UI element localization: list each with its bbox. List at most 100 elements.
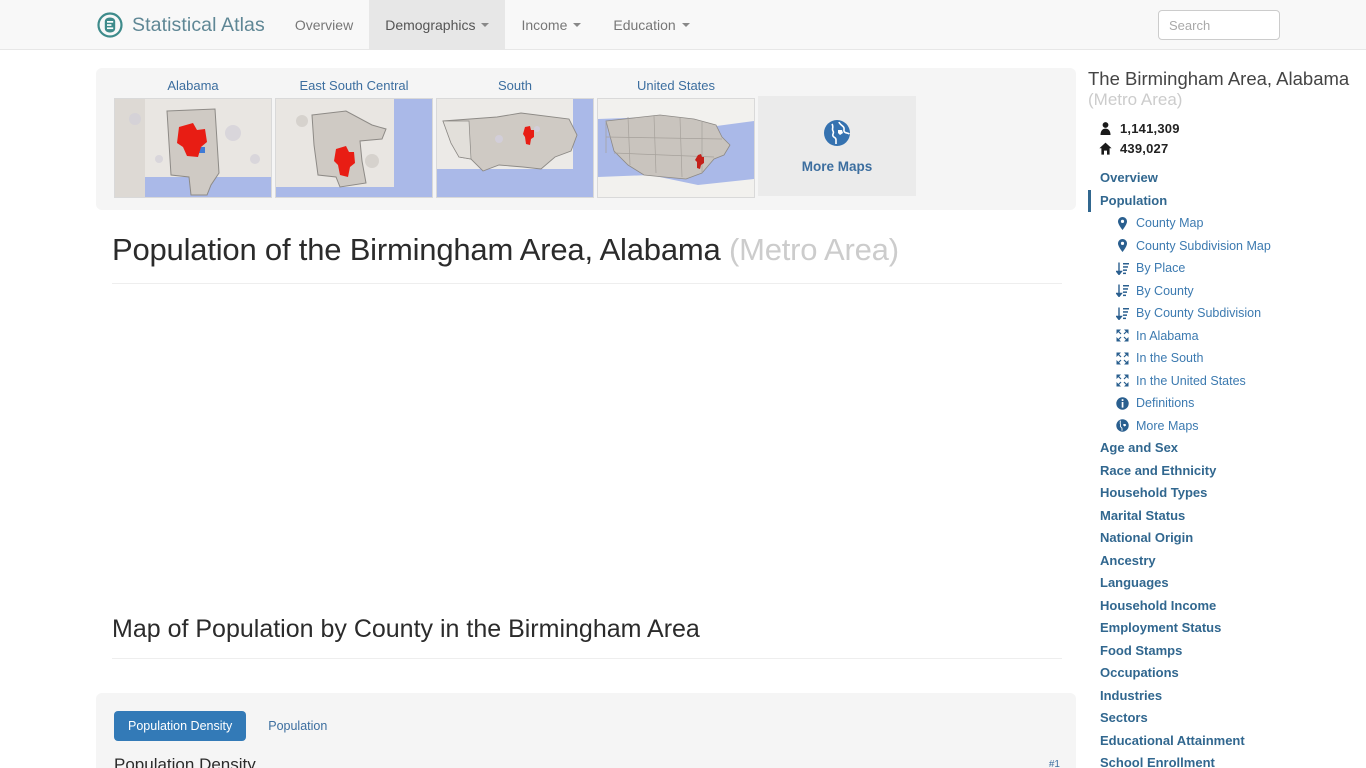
sidebar-item-household-types[interactable]: Household Types [1088,482,1366,505]
sort-amount-icon [1116,262,1129,275]
more-maps-label: More Maps [801,158,873,174]
map-label-east-south-central[interactable]: East South Central [275,74,433,98]
sidebar-subitem-more-maps[interactable]: More Maps [1088,415,1366,438]
chevron-down-icon [573,23,582,27]
chevron-down-icon [481,23,490,27]
more-maps-button[interactable]: More Maps [758,96,916,196]
sidebar-subitem-label: By County [1136,283,1194,298]
map-cell-south: South [436,74,594,198]
sidebar-subitem-in-the-south[interactable]: In the South [1088,347,1366,370]
stat-population: 1,141,309 [1088,118,1366,138]
expand-arrows-icon [1116,329,1129,342]
figure-caption: Population Density [114,755,256,768]
page-body: Alabama East South Central South United … [0,50,1366,768]
search-input[interactable] [1158,10,1280,40]
sidebar-subitem-by-county[interactable]: By County [1088,280,1366,303]
atlas-logo-icon [97,12,123,38]
brand-link[interactable]: Statistical Atlas [97,0,279,50]
sidebar-item-overview[interactable]: Overview [1088,167,1366,190]
nav-item-education-label: Education [613,17,676,33]
map-thumb-south[interactable] [436,98,594,198]
nav-items: Overview Demographics Income Education [279,0,706,50]
sidebar-item-industries[interactable]: Industries [1088,685,1366,708]
sidebar-nav: Overview Population County Map County Su… [1088,167,1366,768]
sidebar-item-employment-status[interactable]: Employment Status [1088,617,1366,640]
map-marker-icon [1116,239,1129,253]
sidebar-subitem-by-place[interactable]: By Place [1088,257,1366,280]
sidebar-item-food-stamps[interactable]: Food Stamps [1088,640,1366,663]
sidebar-subitem-in-the-united-states[interactable]: In the United States [1088,370,1366,393]
sidebar-item-school-enrollment[interactable]: School Enrollment [1088,752,1366,768]
sidebar-item-population[interactable]: Population [1088,189,1366,212]
sort-amount-icon [1116,284,1129,298]
sidebar-subitem-county-subdivision-map[interactable]: County Subdivision Map [1088,235,1366,258]
sidebar-item-sectors[interactable]: Sectors [1088,707,1366,730]
sidebar-item-race-and-ethnicity[interactable]: Race and Ethnicity [1088,460,1366,483]
map-cell-alabama: Alabama [114,74,272,198]
right-sidebar: The Birmingham Area, Alabama (Metro Area… [1088,68,1366,768]
sidebar-subitem-label: More Maps [1136,418,1199,433]
stat-households: 439,027 [1088,138,1366,158]
info-circle-icon [1116,397,1129,410]
nav-item-overview-label: Overview [294,17,354,33]
nav-item-demographics-label: Demographics [385,17,476,33]
top-navbar: Statistical Atlas Overview Demographics … [0,0,1366,50]
section-title-county-map: Map of Population by County in the Birmi… [112,615,1062,659]
map-label-united-states[interactable]: United States [597,74,755,98]
sidebar-item-marital-status[interactable]: Marital Status [1088,505,1366,528]
map-cell-united-states: United States [597,74,755,198]
sidebar-subitem-definitions[interactable]: Definitions [1088,392,1366,415]
sidebar-subitem-label: In the South [1136,351,1204,365]
sidebar-item-educational-attainment[interactable]: Educational Attainment [1088,730,1366,753]
page-title: Population of the Birmingham Area, Alaba… [112,232,1062,284]
sidebar-subitem-label: Definitions [1136,396,1195,410]
sidebar-subitem-by-county-subdivision[interactable]: By County Subdivision [1088,302,1366,325]
sidebar-item-languages[interactable]: Languages [1088,572,1366,595]
chevron-down-icon [681,23,690,27]
expand-arrows-icon [1116,352,1129,365]
maps-row: Alabama East South Central South United … [96,74,1076,198]
home-icon [1098,142,1112,155]
brand-name: Statistical Atlas [132,13,265,36]
map-cell-east-south-central: East South Central [275,74,433,198]
figure-panel: Population Density Population Population… [96,693,1076,768]
sidebar-item-household-income[interactable]: Household Income [1088,595,1366,618]
sidebar-item-national-origin[interactable]: National Origin [1088,527,1366,550]
figure-tabs: Population Density Population [114,711,1076,741]
sidebar-stats: 1,141,309 439,027 [1088,118,1366,158]
tab-population[interactable]: Population [254,711,341,741]
nav-item-overview[interactable]: Overview [279,0,369,50]
sidebar-title: The Birmingham Area, Alabama [1088,68,1350,89]
sidebar-subitem-label: In the United States [1136,373,1246,388]
map-label-alabama[interactable]: Alabama [114,74,272,98]
map-thumb-united-states[interactable] [597,98,755,198]
sidebar-subtitle: (Metro Area) [1088,90,1183,109]
map-thumb-east-south-central[interactable] [275,98,433,198]
globe-icon [1116,419,1129,432]
sidebar-item-ancestry[interactable]: Ancestry [1088,550,1366,573]
sidebar-subitem-label: In Alabama [1136,328,1199,343]
sidebar-item-age-and-sex[interactable]: Age and Sex [1088,437,1366,460]
expand-arrows-icon [1116,374,1129,387]
nav-item-education[interactable]: Education [597,0,705,50]
figure-anchor-link[interactable]: #1 [1049,759,1060,768]
sort-amount-icon [1116,307,1129,320]
nav-item-demographics[interactable]: Demographics [369,0,506,50]
map-label-south[interactable]: South [436,74,594,98]
nav-item-income-label: Income [521,17,568,33]
sidebar-subitem-label: By Place [1136,261,1186,275]
page-title-muted: (Metro Area) [728,232,899,267]
sidebar-subitem-label: By County Subdivision [1136,306,1262,320]
tab-population-density[interactable]: Population Density [114,711,247,741]
map-cell-more-maps: More Maps [758,74,916,198]
person-icon [1098,121,1112,135]
sidebar-subitem-label: County Subdivision Map [1136,238,1271,253]
map-thumb-alabama[interactable] [114,98,272,198]
map-marker-icon [1116,216,1129,230]
page-title-primary: Population of the Birmingham Area, Alaba… [112,232,721,267]
sidebar-subitem-in-alabama[interactable]: In Alabama [1088,325,1366,348]
stat-population-value: 1,141,309 [1120,120,1180,136]
sidebar-subitem-county-map[interactable]: County Map [1088,212,1366,235]
nav-item-income[interactable]: Income [505,0,597,50]
sidebar-item-occupations[interactable]: Occupations [1088,662,1366,685]
